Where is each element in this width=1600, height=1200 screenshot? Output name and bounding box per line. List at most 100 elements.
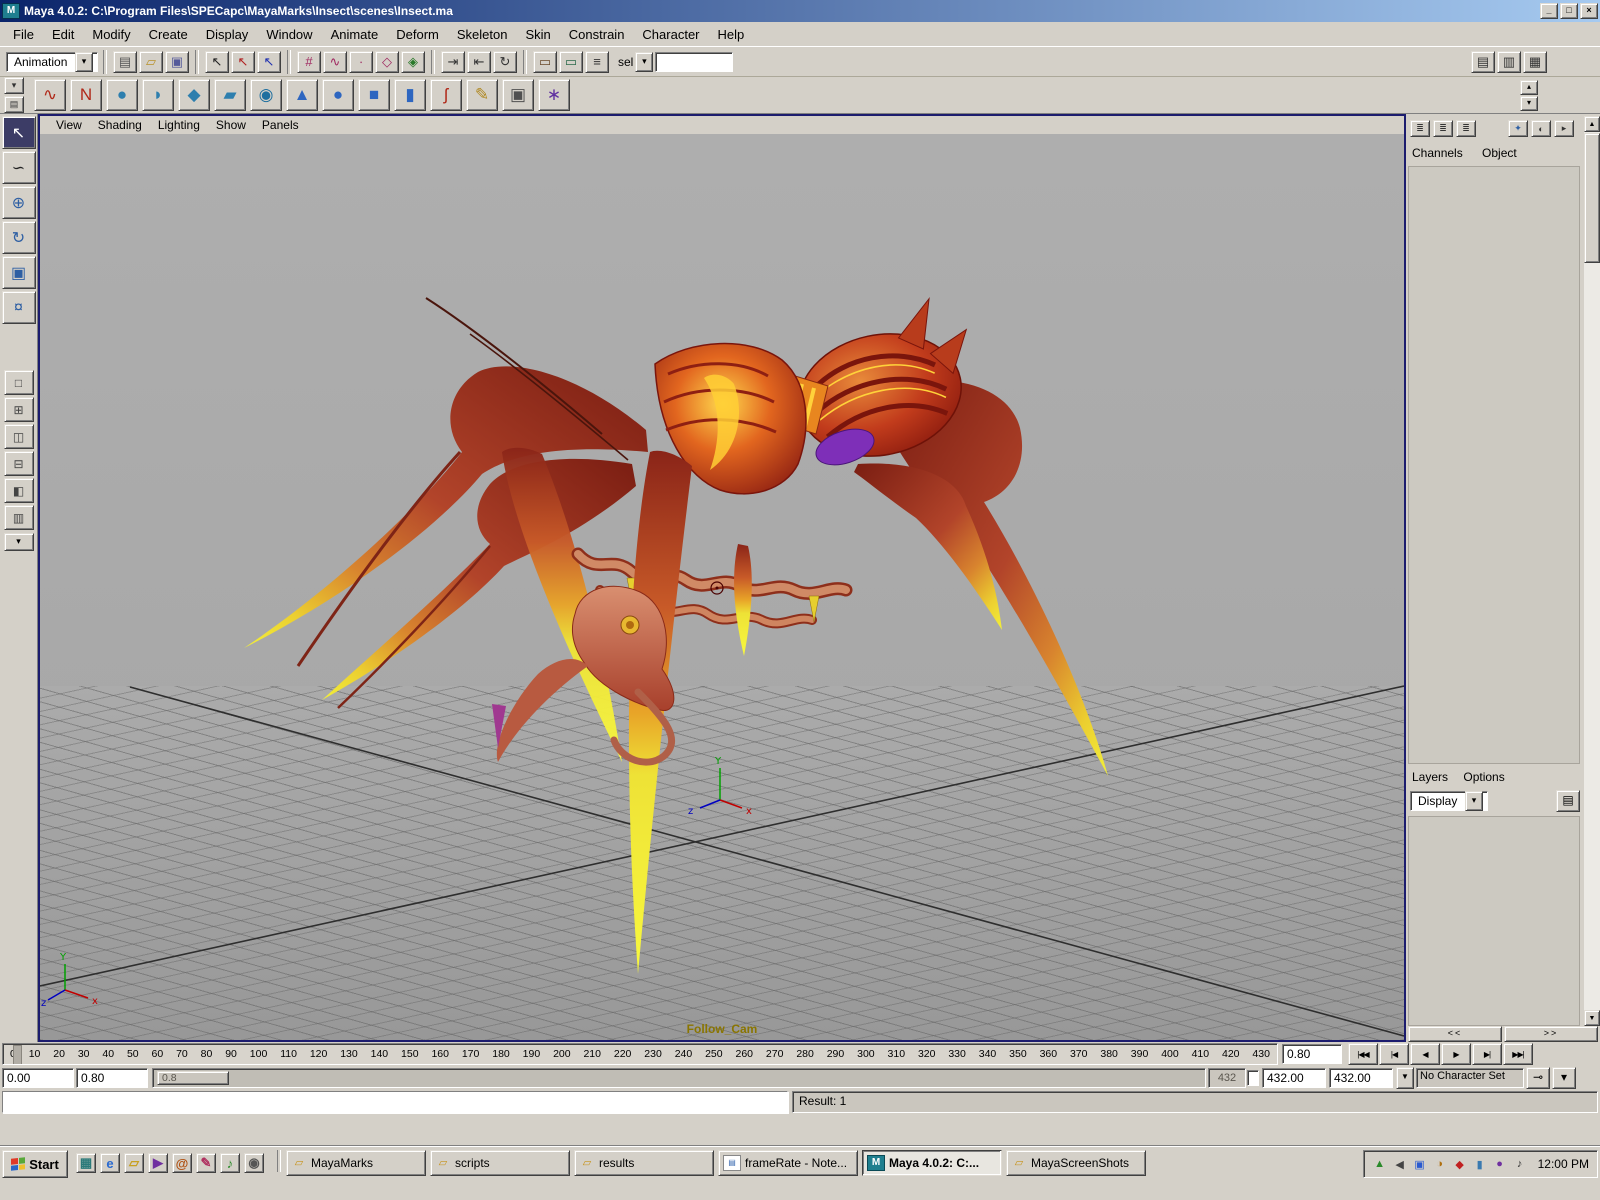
settings-icon[interactable]: ◉ bbox=[244, 1153, 264, 1173]
playback-start-field[interactable] bbox=[76, 1068, 148, 1088]
pane-next-button[interactable]: >> bbox=[1504, 1026, 1598, 1042]
shelf-editor-button[interactable]: ▤ bbox=[4, 96, 24, 113]
play-forward-button[interactable]: ▶ bbox=[1441, 1043, 1471, 1065]
current-time-indicator[interactable] bbox=[13, 1045, 22, 1065]
shelf-scroll-down-button[interactable]: ▾ bbox=[1520, 96, 1538, 111]
menu-help[interactable]: Help bbox=[709, 24, 754, 45]
step-back-key-button[interactable]: ◀ bbox=[1410, 1043, 1440, 1065]
tray-volume-icon[interactable]: ◀ bbox=[1392, 1156, 1408, 1172]
menu-edit[interactable]: Edit bbox=[43, 24, 83, 45]
particles-icon[interactable]: ∗ bbox=[538, 79, 570, 111]
render-view-icon[interactable]: ▭ bbox=[533, 51, 557, 73]
chevron-down-icon[interactable]: ▾ bbox=[75, 52, 93, 72]
channel-box-list[interactable] bbox=[1408, 166, 1580, 764]
panel-menu-shading[interactable]: Shading bbox=[90, 117, 150, 133]
layer-mode-selector[interactable]: Display ▾ bbox=[1410, 791, 1488, 811]
camera-icon[interactable]: ▣ bbox=[502, 79, 534, 111]
snap-to-grids-icon[interactable]: # bbox=[297, 51, 321, 73]
menu-file[interactable]: File bbox=[4, 24, 43, 45]
tray-messenger-icon[interactable]: ● bbox=[1492, 1156, 1508, 1172]
time-slider-track[interactable]: 0102030405060708090100110120130140150160… bbox=[2, 1043, 1278, 1065]
menu-deform[interactable]: Deform bbox=[387, 24, 448, 45]
select-by-object-icon[interactable]: ↖ bbox=[231, 51, 255, 73]
character-set-selector[interactable]: No Character Set bbox=[1416, 1068, 1524, 1088]
tab-options[interactable]: Options bbox=[1463, 770, 1504, 784]
lasso-tool-icon[interactable]: ∽ bbox=[2, 151, 36, 184]
menu-modify[interactable]: Modify bbox=[83, 24, 139, 45]
nurbs-surface-icon[interactable]: ◆ bbox=[178, 79, 210, 111]
layout-four-pane-icon[interactable]: ⊞ bbox=[4, 397, 34, 422]
snap-to-points-icon[interactable]: ∙ bbox=[349, 51, 373, 73]
tray-sound-icon[interactable]: ♪ bbox=[1512, 1156, 1528, 1172]
restore-button[interactable]: □ bbox=[1560, 3, 1578, 19]
toggle-shading-icon[interactable]: ◐ bbox=[1531, 120, 1551, 137]
quick-select-input[interactable] bbox=[655, 52, 733, 72]
start-button[interactable]: Start bbox=[2, 1150, 68, 1178]
menu-character[interactable]: Character bbox=[633, 24, 708, 45]
layout-two-pane-side-icon[interactable]: ◫ bbox=[4, 424, 34, 449]
animation-end-field[interactable] bbox=[1329, 1068, 1393, 1088]
menu-skin[interactable]: Skin bbox=[516, 24, 559, 45]
open-scene-icon[interactable]: ▱ bbox=[139, 51, 163, 73]
shelf-scroll-up-button[interactable]: ▴ bbox=[1520, 80, 1538, 95]
launch-folder-icon[interactable]: ▱ bbox=[124, 1153, 144, 1173]
current-time-field[interactable] bbox=[1282, 1044, 1342, 1064]
new-scene-icon[interactable]: ▤ bbox=[113, 51, 137, 73]
select-tool-icon[interactable]: ↖ bbox=[2, 116, 36, 149]
show-desktop-icon[interactable]: ▦ bbox=[76, 1153, 96, 1173]
select-by-component-icon[interactable]: ↖ bbox=[257, 51, 281, 73]
show-manipulator-tool-icon[interactable]: ¤ bbox=[2, 291, 36, 324]
poly-cone-icon[interactable]: ▲ bbox=[286, 79, 318, 111]
channel-layout-icon-2[interactable]: ≣ bbox=[1433, 120, 1453, 137]
select-by-hierarchy-icon[interactable]: ↖ bbox=[205, 51, 229, 73]
scroll-up-icon[interactable]: ▲ bbox=[1584, 116, 1600, 132]
mail-icon[interactable]: @ bbox=[172, 1153, 192, 1173]
poly-sphere-icon[interactable]: ● bbox=[322, 79, 354, 111]
task-button-mayascreenshots[interactable]: ▱MayaScreenShots bbox=[1006, 1150, 1146, 1176]
poly-cylinder-icon[interactable]: ▮ bbox=[394, 79, 426, 111]
tray-scheduler-icon[interactable]: ◑ bbox=[1432, 1156, 1448, 1172]
go-to-end-button[interactable]: ▶▶| bbox=[1503, 1043, 1533, 1065]
layout-outliner-persp-icon[interactable]: ▥ bbox=[4, 505, 34, 530]
go-to-start-button[interactable]: |◀◀ bbox=[1348, 1043, 1378, 1065]
show-tool-settings-icon[interactable]: ▥ bbox=[1497, 51, 1521, 73]
ep-curve-tool-icon[interactable]: ∿ bbox=[34, 79, 66, 111]
expand-panel-icon[interactable]: ▸ bbox=[1554, 120, 1574, 137]
paint-icon[interactable]: ✎ bbox=[196, 1153, 216, 1173]
ipr-render-icon[interactable]: ▭ bbox=[559, 51, 583, 73]
layer-mode-chevron-down-icon[interactable]: ▾ bbox=[1465, 791, 1483, 811]
range-slider-track[interactable]: 0.8 bbox=[152, 1068, 1206, 1088]
layer-list[interactable] bbox=[1408, 816, 1580, 1026]
viewport-3d-scene[interactable]: Y x z Y x z bbox=[40, 134, 1404, 1040]
scale-tool-icon[interactable]: ▣ bbox=[2, 256, 36, 289]
animation-start-field[interactable] bbox=[2, 1068, 74, 1088]
range-end-marker[interactable] bbox=[1247, 1070, 1259, 1086]
nurbs-sphere-icon[interactable]: ● bbox=[106, 79, 138, 111]
scrollbar-thumb[interactable] bbox=[1584, 133, 1600, 263]
step-forward-key-button[interactable]: ▶| bbox=[1472, 1043, 1502, 1065]
scroll-down-icon[interactable]: ▼ bbox=[1584, 1010, 1600, 1026]
tray-antivirus-icon[interactable]: ◆ bbox=[1452, 1156, 1468, 1172]
layout-two-pane-stacked-icon[interactable]: ⊟ bbox=[4, 451, 34, 476]
tray-graphics-icon[interactable]: ▲ bbox=[1372, 1156, 1388, 1172]
task-button-framerate-note-[interactable]: ▤frameRate - Note... bbox=[718, 1150, 858, 1176]
menu-skeleton[interactable]: Skeleton bbox=[448, 24, 517, 45]
tab-layers[interactable]: Layers bbox=[1412, 770, 1448, 784]
construction-history-icon[interactable]: ↻ bbox=[493, 51, 517, 73]
sel-chevron-down-icon[interactable]: ▾ bbox=[635, 52, 653, 72]
tray-display-icon[interactable]: ▣ bbox=[1412, 1156, 1428, 1172]
perspective-viewport-panel[interactable]: ViewShadingLightingShowPanels bbox=[38, 114, 1406, 1042]
minimize-button[interactable]: _ bbox=[1540, 3, 1558, 19]
panel-menu-view[interactable]: View bbox=[48, 117, 90, 133]
panel-menu-show[interactable]: Show bbox=[208, 117, 254, 133]
playback-end-field[interactable] bbox=[1262, 1068, 1326, 1088]
rotate-tool-icon[interactable]: ↻ bbox=[2, 221, 36, 254]
task-button-scripts[interactable]: ▱scripts bbox=[430, 1150, 570, 1176]
character-dropdown-icon[interactable]: ▼ bbox=[1396, 1067, 1414, 1089]
channel-layout-icon-3[interactable]: ≣ bbox=[1456, 120, 1476, 137]
tab-channels[interactable]: Channels bbox=[1412, 146, 1463, 160]
show-attribute-editor-icon[interactable]: ▤ bbox=[1471, 51, 1495, 73]
menu-set-selector[interactable]: Animation ▾ bbox=[6, 52, 98, 72]
task-button-maya-4-0-2-c-[interactable]: MMaya 4.0.2: C:... bbox=[862, 1150, 1002, 1176]
shelf-tabs-menu-button[interactable]: ▾ bbox=[4, 77, 24, 94]
